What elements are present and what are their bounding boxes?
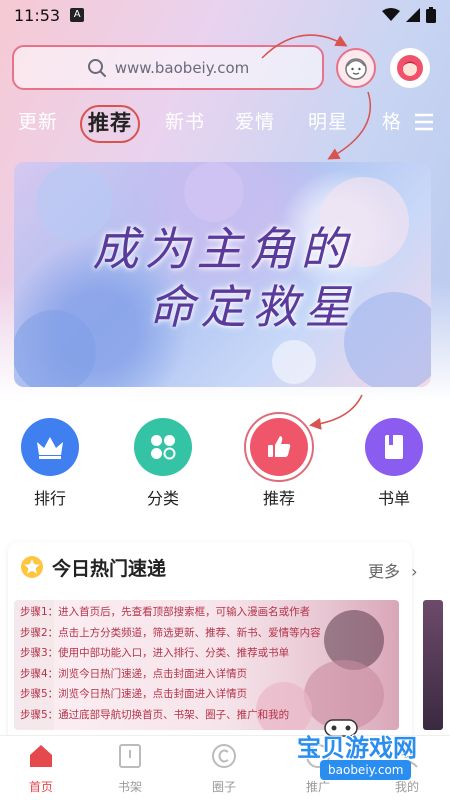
ranking-label: 排行 (33, 489, 66, 508)
notification-icon: A (70, 8, 85, 22)
profile-avatar-button[interactable] (390, 48, 430, 88)
category-tabs: 更新 推荐 新书 爱情 明星 格 (0, 103, 450, 143)
search-input[interactable]: www.baobeiy.com (12, 45, 324, 90)
next-cover-thumbnail[interactable] (423, 600, 443, 730)
user-face-icon (345, 58, 367, 80)
signal-icon (406, 8, 420, 22)
status-time: 11:53 (14, 5, 61, 25)
step-line: 步骤5：通过底部导航切换首页、书架、圈子、推广和我的 (20, 708, 290, 721)
crown-icon (37, 437, 63, 459)
tab-celebrity[interactable]: 明星 (308, 103, 348, 141)
more-label: 更多 (368, 562, 401, 581)
nav-bookshelf[interactable]: 书架 (105, 742, 155, 795)
banner-title: 成为主角的 命定救星 (14, 220, 431, 336)
tab-romance[interactable]: 爱情 (235, 103, 275, 141)
hot-section-title: 今日热门速递 (52, 557, 167, 580)
battery-icon (426, 7, 436, 23)
tab-new-books[interactable]: 新书 (165, 103, 205, 141)
highlight-ring (244, 412, 314, 482)
step-line: 步骤4：浏览今日热门速递，点击封面进入详情页 (20, 667, 248, 680)
tab-recommend[interactable]: 推荐 (80, 105, 140, 143)
nav-circle[interactable]: 圈子 (199, 742, 249, 795)
step-line: 步骤5：浏览今日热门速递，点击封面进入详情页 (20, 688, 248, 700)
nav-home-label: 首页 (28, 780, 53, 794)
chevron-right-icon: › (411, 562, 418, 581)
home-icon (30, 745, 52, 767)
booklist-label: 书单 (377, 489, 410, 508)
banner-title-line-1: 成为主角的 (92, 222, 353, 276)
step-line: 步骤1：进入首页后，先查看顶部搜索框，可输入漫画名或作者 (20, 606, 311, 618)
star-icon (21, 556, 43, 578)
quick-actions: 排行 分类 推荐 书单 (0, 412, 450, 509)
search-placeholder: www.baobeiy.com (114, 58, 250, 77)
booklist-entry[interactable]: 书单 (359, 418, 429, 509)
search-icon (87, 58, 106, 77)
featured-banner[interactable]: 成为主角的 命定救星 (14, 162, 431, 387)
nav-bookshelf-label: 书架 (117, 780, 142, 794)
ranking-circle (21, 418, 79, 476)
step-line: 步骤2：点击上方分类频道，筛选更新、推荐、新书、爱情等内容 (20, 626, 321, 639)
step-line: 步骤3：使用中部功能入口，进入排行、分类、推荐或书单 (20, 647, 290, 659)
watermark-url: baobeiy.com (320, 760, 412, 780)
category-entry[interactable]: 分类 (128, 418, 198, 509)
category-label: 分类 (146, 489, 179, 508)
step-list: 步骤1：进入首页后，先查看顶部搜索框，可输入漫画名或作者 步骤2：点击上方分类频… (20, 602, 350, 725)
more-link[interactable]: 更多 › (368, 558, 418, 582)
nav-circle-label: 圈子 (211, 780, 236, 794)
booklist-circle (365, 418, 423, 476)
recommend-entry[interactable]: 推荐 (244, 412, 314, 509)
site-watermark: 宝贝游戏网 baobeiy.com (272, 719, 442, 784)
book-icon (385, 435, 403, 459)
status-bar: 11:53 A (0, 0, 450, 30)
nav-home[interactable]: 首页 (16, 742, 66, 795)
girl-avatar-icon (397, 55, 423, 81)
wifi-icon (382, 8, 400, 21)
bookshelf-icon (119, 744, 141, 768)
circle-community-icon (212, 744, 236, 768)
hot-section-header: 今日热门速递 (20, 552, 166, 582)
watermark-title: 宝贝游戏网 (297, 734, 417, 762)
recommend-label: 推荐 (262, 489, 295, 508)
tab-update[interactable]: 更新 (18, 103, 58, 141)
user-avatar-button[interactable] (336, 48, 376, 88)
menu-icon[interactable] (412, 108, 436, 136)
ranking-entry[interactable]: 排行 (15, 418, 85, 509)
status-indicators (382, 7, 436, 23)
tab-partial[interactable]: 格 (382, 103, 402, 141)
grid-icon (151, 435, 176, 460)
category-circle (134, 418, 192, 476)
banner-title-line-2: 命定救星 (148, 280, 357, 334)
